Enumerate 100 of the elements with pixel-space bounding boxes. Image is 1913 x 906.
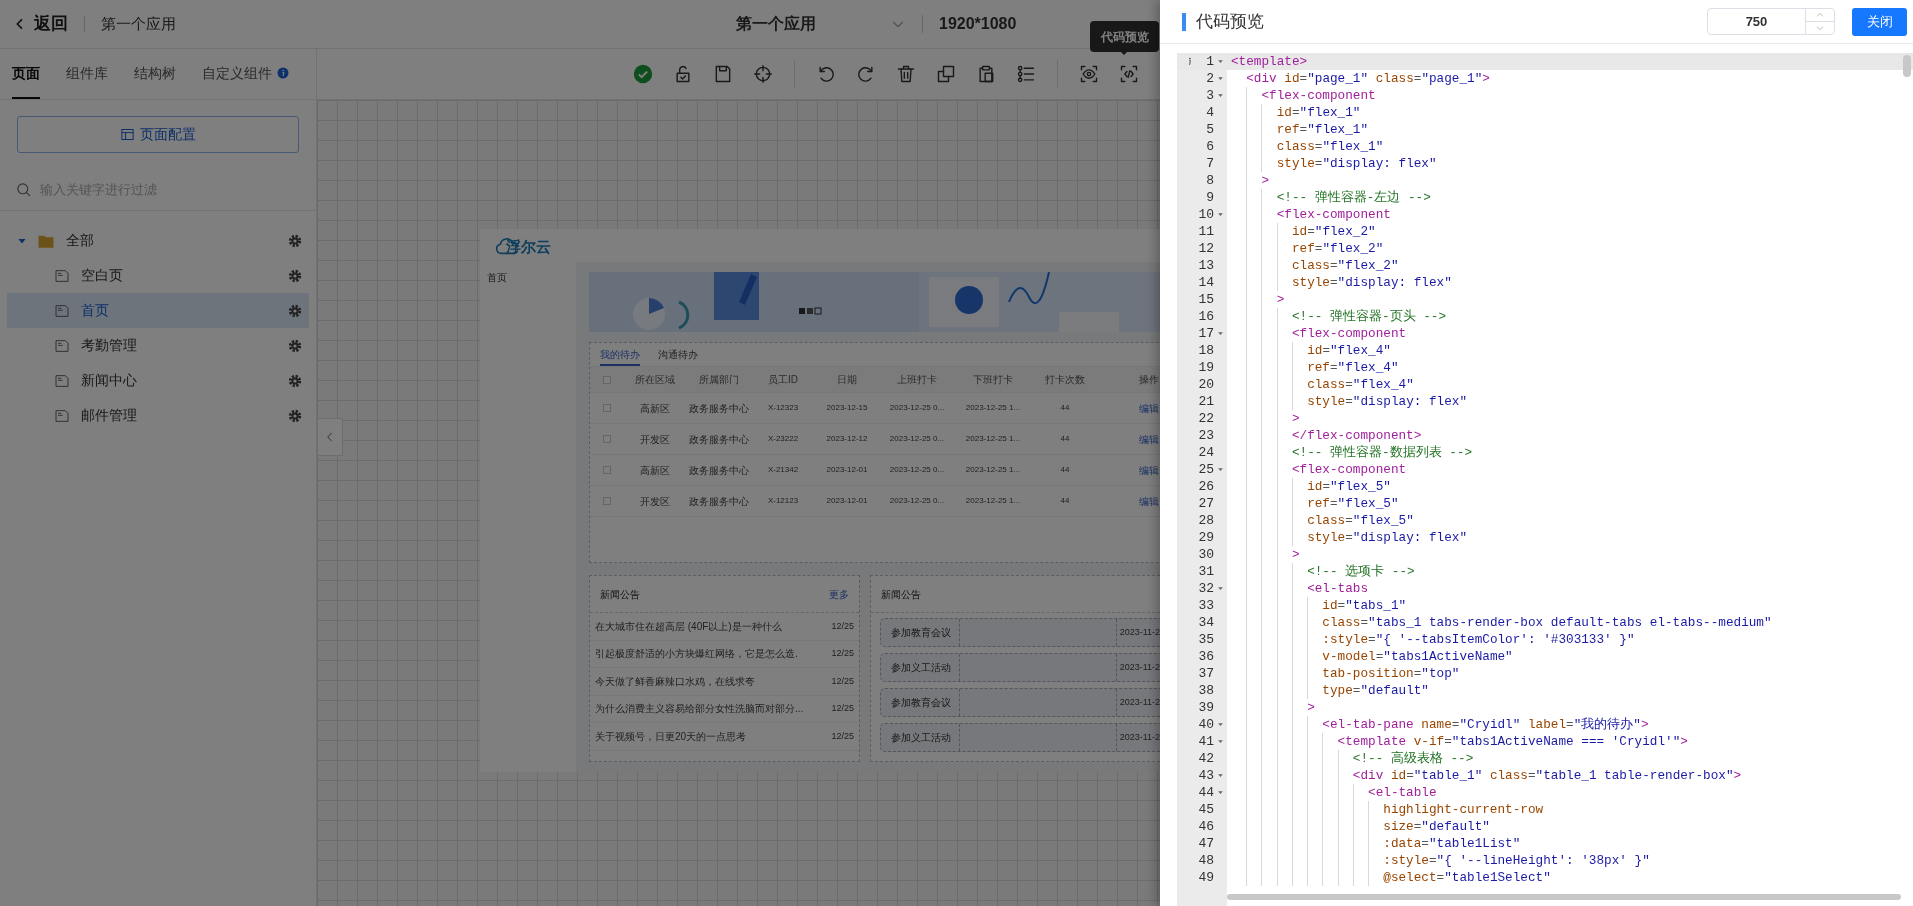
app-dropdown[interactable]: 第一个应用 [736, 12, 906, 36]
gear-icon[interactable] [287, 232, 303, 249]
event-item[interactable]: 参加义工活动 2023-11-2 [880, 723, 1160, 752]
copy-icon[interactable] [936, 64, 956, 84]
fold-arrow-icon[interactable] [1217, 330, 1224, 337]
panel-tab[interactable]: 结构树 [134, 49, 176, 99]
line-number: 5 [1206, 120, 1214, 139]
code-line: tab-position="top" [1321, 665, 1460, 682]
gear-icon[interactable] [287, 407, 303, 424]
fold-arrow-icon[interactable] [1217, 789, 1224, 796]
tree-item[interactable]: 考勤管理 [7, 328, 309, 363]
table-cell-text: X-21342 [766, 464, 800, 476]
edit-link[interactable]: 编辑 [1139, 400, 1159, 416]
event-date: 2023-11-2 [1118, 730, 1160, 744]
line-number: 37 [1198, 664, 1214, 683]
checkbox[interactable] [602, 497, 611, 505]
fold-arrow-icon[interactable] [1217, 75, 1224, 82]
column-header: 上班打卡 [896, 373, 938, 387]
gear-icon[interactable] [287, 302, 303, 319]
tree-item[interactable]: 首页 [7, 293, 309, 328]
fold-arrow-icon[interactable] [1217, 721, 1224, 728]
checkbox[interactable] [602, 466, 611, 474]
check-circle-icon[interactable] [633, 64, 653, 84]
code-icon[interactable] [1119, 64, 1139, 84]
line-number: 2 [1206, 69, 1214, 88]
event-title: 参加义工活动 [891, 661, 952, 675]
tree-item[interactable]: 空白页 [7, 258, 309, 293]
document-icon [53, 267, 71, 284]
column-header: 所在区域 [634, 373, 676, 387]
crosshair-icon[interactable] [753, 64, 773, 84]
panel-tab[interactable]: 组件库 [66, 49, 108, 99]
trash-icon[interactable] [896, 64, 916, 84]
clipboard-icon[interactable] [976, 64, 996, 84]
line-number: 39 [1198, 698, 1214, 717]
gear-icon[interactable] [287, 267, 303, 284]
news-title[interactable]: 为什么消费主义容易给部分女性洗脑而对部分... [595, 701, 804, 717]
line-number: 4 [1206, 103, 1214, 122]
tree-item[interactable]: 新闻中心 [7, 363, 309, 398]
event-item[interactable]: 参加教育会议 2023-11-2 [880, 688, 1160, 717]
gear-icon[interactable] [287, 372, 303, 389]
checkbox[interactable] [602, 375, 611, 384]
table-cell-text: X-12123 [766, 495, 800, 507]
tree-item-label: 新闻中心 [81, 371, 137, 390]
document-icon [53, 302, 71, 319]
table-cell-text: 2023-12-25 1... [964, 464, 1022, 476]
edit-link[interactable]: 编辑 [1139, 431, 1159, 447]
fold-arrow-icon[interactable] [1217, 211, 1224, 218]
tree-item[interactable]: 邮件管理 [7, 398, 309, 433]
panel-tab[interactable]: 页面 [12, 49, 40, 99]
redo-icon[interactable] [856, 64, 876, 84]
nav-item[interactable]: 首页 [487, 270, 576, 285]
checkbox[interactable] [602, 435, 611, 443]
code-line: <div id="table_1" class="table_1 table-render-box"> [1351, 767, 1742, 784]
back-button[interactable]: 返回 [12, 11, 68, 37]
news-title[interactable]: 引起极度舒适的小方块爆红网络，它是怎么造. [595, 646, 798, 662]
tab[interactable]: 沟通待办 [658, 347, 698, 366]
table-cell-text: 2023-12-12 [825, 433, 869, 445]
info-icon[interactable] [277, 67, 289, 79]
scrollbar[interactable] [1903, 55, 1911, 77]
close-button[interactable]: 关闭 [1852, 7, 1907, 36]
code-line: id="flex_4" [1306, 342, 1391, 359]
event-date: 2023-11-2 [1118, 695, 1160, 709]
event-item[interactable]: 参加教育会议 2023-11-2 [880, 618, 1160, 647]
fold-arrow-icon[interactable] [1217, 466, 1224, 473]
fold-arrow-icon[interactable] [1217, 585, 1224, 592]
code-line: class="flex_1" [1275, 138, 1384, 155]
line-number: 42 [1198, 749, 1214, 768]
code-line: <!-- 弹性容器-左边 --> [1275, 189, 1431, 206]
tooltip: 代码预览 [1090, 21, 1159, 52]
table-cell-text: 政务服务中心 [688, 494, 750, 509]
more-link[interactable]: 更多 [829, 586, 849, 602]
page-config-button[interactable]: 页面配置 [17, 116, 299, 153]
edit-link[interactable]: 编辑 [1139, 493, 1159, 509]
news-title[interactable]: 今天做了鲜香麻辣口水鸡，在线求夸 [595, 673, 755, 689]
code-line: > [1260, 172, 1270, 189]
line-number: 14 [1198, 273, 1214, 292]
gear-icon[interactable] [287, 337, 303, 354]
event-item[interactable]: 参加义工活动 2023-11-2 [880, 653, 1160, 682]
checkbox[interactable] [602, 404, 611, 412]
tree-item[interactable]: 全部 [7, 223, 309, 258]
list-icon[interactable] [1016, 64, 1036, 84]
fold-arrow-icon[interactable] [1217, 92, 1224, 99]
undo-icon[interactable] [816, 64, 836, 84]
code-line: style="display: flex" [1275, 155, 1437, 172]
edit-link[interactable]: 编辑 [1139, 462, 1159, 478]
unlock-icon[interactable] [673, 64, 693, 84]
save-icon[interactable] [713, 64, 733, 84]
code-line: > [1290, 546, 1300, 563]
fold-arrow-icon[interactable] [1217, 772, 1224, 779]
panel-tab[interactable]: 自定义组件 [202, 49, 289, 99]
document-icon [53, 372, 71, 389]
eye-icon[interactable] [1079, 64, 1099, 84]
table-cell-text: 开发区 [639, 432, 671, 447]
scrollbar[interactable] [1227, 894, 1901, 900]
code-line: size="default" [1382, 818, 1490, 835]
fold-arrow-icon[interactable] [1217, 58, 1224, 65]
line-number: 29 [1198, 528, 1214, 547]
fold-arrow-icon[interactable] [1217, 738, 1224, 745]
column-header: 员工ID [767, 373, 799, 387]
line-number: 40 [1198, 715, 1214, 734]
